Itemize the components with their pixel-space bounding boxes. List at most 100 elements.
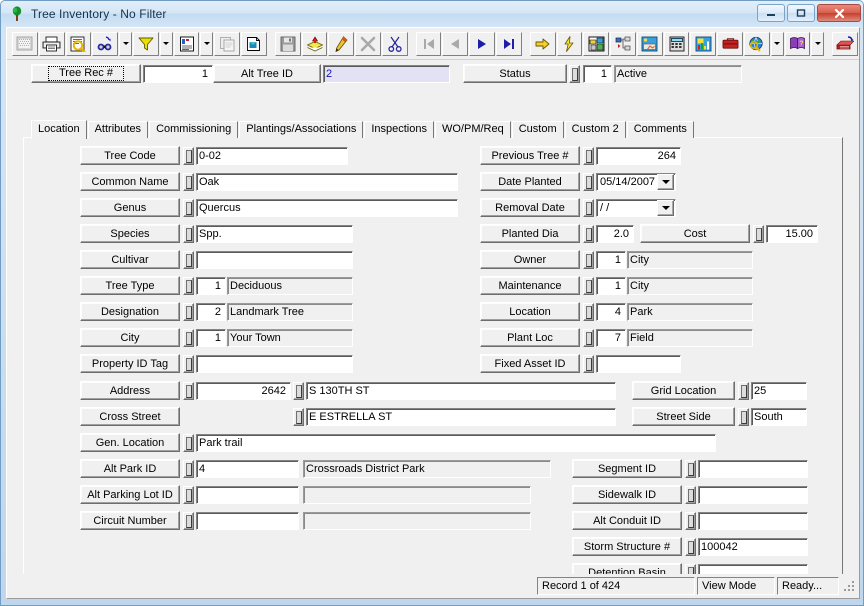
date-planted-combo[interactable]: 05/14/2007 [596,173,676,191]
removal-date-lookup-button[interactable] [583,199,594,217]
city-label-button[interactable]: City [80,328,180,347]
tree-code-lookup-button[interactable] [183,147,194,165]
previous-tree-label-button[interactable]: Previous Tree # [480,146,580,165]
help-button[interactable]: ? [784,31,811,56]
fixed-asset-id-input[interactable] [596,355,681,373]
plant-loc-lookup-button[interactable] [583,329,594,347]
print-preview-button[interactable] [65,31,92,56]
alt-conduit-id-lookup-button[interactable] [685,512,696,530]
tab-attributes[interactable]: Attributes [87,121,149,138]
species-input[interactable]: Spp. [196,225,353,243]
close-button[interactable] [817,4,861,22]
sidewalk-id-lookup-button[interactable] [685,486,696,504]
removal-date-dropdown-button[interactable] [657,200,674,216]
minimize-button[interactable] [757,4,785,22]
genus-lookup-button[interactable] [183,199,194,217]
storm-structure-lookup-button[interactable] [685,538,696,556]
location-code-input[interactable]: 4 [596,303,626,321]
tab-inspections[interactable]: Inspections [364,121,434,138]
save-button[interactable] [274,31,301,56]
maintenance-label-button[interactable]: Maintenance [480,276,580,295]
storm-structure-label-button[interactable]: Storm Structure # [572,537,682,556]
alt-parking-lot-id-code-input[interactable] [196,486,299,504]
tab-location[interactable]: Location [31,120,87,139]
species-lookup-button[interactable] [183,225,194,243]
circuit-number-label-button[interactable]: Circuit Number [80,511,180,530]
status-lookup-button[interactable] [569,65,580,83]
tab-plantings-associations[interactable]: Plantings/Associations [239,121,364,138]
species-label-button[interactable]: Species [80,224,180,243]
removal-date-label-button[interactable]: Removal Date [480,198,580,217]
storm-structure-input[interactable]: 100042 [698,538,808,556]
tab-custom-2[interactable]: Custom 2 [564,121,626,138]
previous-tree-lookup-button[interactable] [583,147,594,165]
address-number-input[interactable]: 2642 [196,382,291,400]
owner-code-input[interactable]: 1 [596,251,626,269]
alt-park-id-lookup-button[interactable] [183,460,194,478]
report-dropdown[interactable] [200,31,214,56]
duplicate-button[interactable] [241,31,267,56]
status-code-input[interactable]: 1 [583,65,612,83]
help-dropdown[interactable] [811,31,825,56]
cost-label-button[interactable]: Cost [640,224,750,243]
genus-label-button[interactable]: Genus [80,198,180,217]
alt-tree-id-input[interactable]: 2 [323,65,450,83]
select-rows-button[interactable] [12,31,38,56]
previous-tree-input[interactable]: 264 [596,147,681,165]
planted-dia-label-button[interactable]: Planted Dia [480,224,580,243]
plant-loc-code-input[interactable]: 7 [596,329,626,347]
owner-lookup-button[interactable] [583,251,594,269]
grid-location-lookup-button[interactable] [738,382,749,400]
cross-street-input[interactable]: E ESTRELLA ST [306,408,616,426]
common-name-lookup-button[interactable] [183,173,194,191]
designation-label-button[interactable]: Designation [80,302,180,321]
copy-record-button[interactable] [214,31,241,56]
filter-button[interactable] [133,31,159,56]
alt-conduit-id-input[interactable] [698,512,808,530]
circuit-number-lookup-button[interactable] [183,512,194,530]
add-record-button[interactable] [301,31,328,56]
tab-comments[interactable]: Comments [626,121,694,138]
segment-id-input[interactable] [698,460,808,478]
find-dropdown[interactable] [119,31,133,56]
common-name-input[interactable]: Oak [196,173,458,191]
street-side-lookup-button[interactable] [738,408,749,426]
status-label-button[interactable]: Status [463,64,567,83]
quick-action-button[interactable] [556,31,583,56]
cut-button[interactable] [381,31,408,56]
web-dropdown[interactable] [770,31,784,56]
maintenance-lookup-button[interactable] [583,277,594,295]
next-record-button[interactable] [469,31,496,56]
cross-street-label-button[interactable]: Cross Street [80,407,180,426]
plant-loc-label-button[interactable]: Plant Loc [480,328,580,347]
previous-record-button[interactable] [442,31,469,56]
cultivar-input[interactable] [196,251,353,269]
alt-parking-lot-id-lookup-button[interactable] [183,486,194,504]
calculator-button[interactable] [663,31,690,56]
property-id-tag-label-button[interactable]: Property ID Tag [80,354,180,373]
web-button[interactable] [744,31,770,56]
tree-rec-input[interactable]: 1 [143,65,213,83]
gen-location-input[interactable]: Park trail [196,434,716,452]
gen-location-label-button[interactable]: Gen. Location [80,433,180,452]
tree-code-input[interactable]: 0-02 [196,147,348,165]
street-side-label-button[interactable]: Street Side [632,407,735,426]
report-button[interactable] [173,31,200,56]
address-label-button[interactable]: Address [80,381,180,400]
date-planted-label-button[interactable]: Date Planted [480,172,580,191]
sidewalk-id-label-button[interactable]: Sidewalk ID [572,485,682,504]
maximize-button[interactable] [787,4,815,22]
address-street-input[interactable]: S 130TH ST [306,382,616,400]
genus-input[interactable]: Quercus [196,199,458,217]
alt-parking-lot-id-label-button[interactable]: Alt Parking Lot ID [80,485,180,504]
property-id-tag-lookup-button[interactable] [183,355,194,373]
tab-wo-pm-req[interactable]: WO/PM/Req [434,121,511,138]
tab-custom[interactable]: Custom [511,121,564,138]
tab-commissioning[interactable]: Commissioning [149,121,239,138]
city-code-input[interactable]: 1 [196,329,226,347]
tree-rec-label-button[interactable]: Tree Rec # [31,64,141,83]
designation-code-input[interactable]: 2 [196,303,226,321]
segment-id-label-button[interactable]: Segment ID [572,459,682,478]
alt-park-id-label-button[interactable]: Alt Park ID [80,459,180,478]
chart-button[interactable] [690,31,717,56]
